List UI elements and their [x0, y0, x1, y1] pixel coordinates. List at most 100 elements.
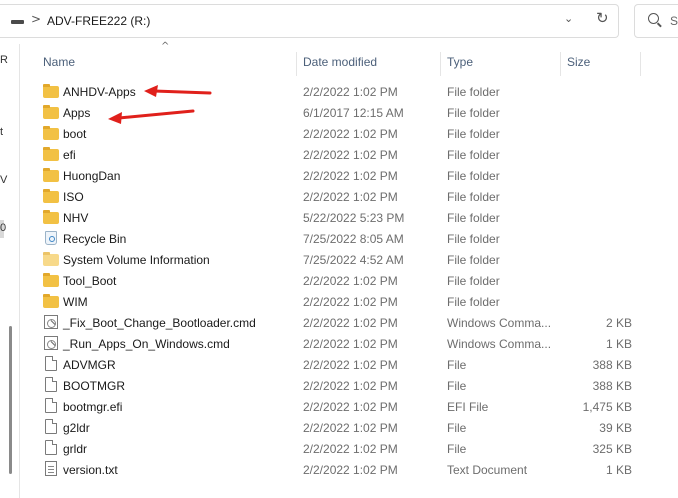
file-row[interactable]: WIM 2/2/2022 1:02 PM File folder	[0, 291, 678, 312]
file-row[interactable]: NHV 5/22/2022 5:23 PM File folder	[0, 207, 678, 228]
file-date-modified: 2/2/2022 1:02 PM	[303, 316, 398, 330]
file-date-modified: 7/25/2022 4:52 AM	[303, 253, 404, 267]
refresh-icon[interactable]: ↻	[596, 9, 609, 27]
folder-icon	[43, 126, 59, 140]
file-row[interactable]: _Run_Apps_On_Windows.cmd 2/2/2022 1:02 PM…	[0, 333, 678, 354]
file-date-modified: 6/1/2017 12:15 AM	[303, 106, 404, 120]
file-name: version.txt	[63, 463, 118, 477]
column-divider[interactable]	[560, 52, 561, 76]
file-date-modified: 2/2/2022 1:02 PM	[303, 358, 398, 372]
file-type: Text Document	[447, 463, 528, 477]
file-size: 1,475 KB	[582, 400, 632, 414]
file-name: WIM	[63, 295, 88, 309]
recycle-bin-icon	[45, 231, 57, 245]
file-name: System Volume Information	[63, 253, 210, 267]
file-name: HuongDan	[63, 169, 121, 183]
file-type: File folder	[447, 169, 500, 183]
column-header-type[interactable]: Type	[447, 52, 557, 76]
file-row[interactable]: ISO 2/2/2022 1:02 PM File folder	[0, 186, 678, 207]
file-date-modified: 2/2/2022 1:02 PM	[303, 190, 398, 204]
file-type: File folder	[447, 148, 500, 162]
file-name: boot	[63, 127, 87, 141]
file-type: File folder	[447, 232, 500, 246]
file-row[interactable]: System Volume Information 7/25/2022 4:52 …	[0, 249, 678, 270]
file-date-modified: 2/2/2022 1:02 PM	[303, 274, 398, 288]
file-row[interactable]: grldr 2/2/2022 1:02 PM File 325 KB	[0, 438, 678, 459]
file-date-modified: 7/25/2022 8:05 AM	[303, 232, 404, 246]
file-size: 2 KB	[605, 316, 632, 330]
file-size: 388 KB	[592, 379, 632, 393]
file-size: 1 KB	[605, 463, 632, 477]
breadcrumb-current-drive[interactable]: ADV-FREE222 (R:)	[47, 14, 150, 28]
address-dropdown-icon[interactable]: ⌄	[564, 12, 573, 25]
address-bar-area: > ADV-FREE222 (R:) ⌄ ↻ S	[0, 0, 678, 44]
file-icon	[45, 440, 57, 455]
file-name: ANHDV-Apps	[63, 85, 136, 99]
file-type: Windows Comma...	[447, 337, 552, 351]
file-icon	[45, 377, 57, 392]
nav-pane-fragment[interactable]: R	[0, 54, 8, 66]
file-date-modified: 2/2/2022 1:02 PM	[303, 148, 398, 162]
file-name: NHV	[63, 211, 89, 225]
file-type: EFI File	[447, 400, 489, 414]
file-type: File folder	[447, 85, 500, 99]
file-row[interactable]: g2ldr 2/2/2022 1:02 PM File 39 KB	[0, 417, 678, 438]
file-type: File folder	[447, 211, 500, 225]
file-row[interactable]: _Fix_Boot_Change_Bootloader.cmd 2/2/2022 …	[0, 312, 678, 333]
file-type: Windows Comma...	[447, 316, 552, 330]
file-type: File	[447, 442, 467, 456]
file-date-modified: 2/2/2022 1:02 PM	[303, 337, 398, 351]
column-divider[interactable]	[296, 52, 297, 76]
file-type: File folder	[447, 106, 500, 120]
folder-light-icon	[43, 252, 59, 266]
folder-icon	[43, 84, 59, 98]
folder-icon	[43, 189, 59, 203]
file-row[interactable]: boot 2/2/2022 1:02 PM File folder	[0, 123, 678, 144]
file-type: File	[447, 421, 467, 435]
file-name: grldr	[63, 442, 88, 456]
file-row[interactable]: HuongDan 2/2/2022 1:02 PM File folder	[0, 165, 678, 186]
file-date-modified: 2/2/2022 1:02 PM	[303, 442, 398, 456]
search-icon	[648, 13, 659, 24]
text-file-icon	[45, 461, 57, 476]
search-placeholder: S	[670, 14, 678, 28]
file-size: 325 KB	[592, 442, 632, 456]
file-type: File	[447, 358, 467, 372]
file-row[interactable]: ADVMGR 2/2/2022 1:02 PM File 388 KB	[0, 354, 678, 375]
file-size: 388 KB	[592, 358, 632, 372]
file-type: File folder	[447, 127, 500, 141]
file-name: _Run_Apps_On_Windows.cmd	[63, 337, 230, 351]
folder-icon	[43, 294, 59, 308]
breadcrumb-separator-icon[interactable]: >	[31, 12, 41, 26]
file-name: Tool_Boot	[63, 274, 117, 288]
file-type: File folder	[447, 295, 500, 309]
folder-icon	[43, 168, 59, 182]
file-row[interactable]: Recycle Bin 7/25/2022 8:05 AM File folder	[0, 228, 678, 249]
column-divider[interactable]	[640, 52, 641, 76]
column-header-date-modified[interactable]: Date modified	[303, 52, 433, 76]
folder-icon	[43, 105, 59, 119]
file-icon	[45, 356, 57, 371]
file-date-modified: 2/2/2022 1:02 PM	[303, 127, 398, 141]
file-row[interactable]: bootmgr.efi 2/2/2022 1:02 PM EFI File 1,475…	[0, 396, 678, 417]
file-name: BOOTMGR	[63, 379, 125, 393]
file-row[interactable]: Apps 6/1/2017 12:15 AM File folder	[0, 102, 678, 123]
file-row[interactable]: ANHDV-Apps 2/2/2022 1:02 PM File folder	[0, 81, 678, 102]
file-name: bootmgr.efi	[63, 400, 123, 414]
file-type: File folder	[447, 274, 500, 288]
annotation-arrow	[108, 109, 195, 124]
column-header-size[interactable]: Size	[567, 52, 637, 76]
file-row[interactable]: version.txt 2/2/2022 1:02 PM Text Document…	[0, 459, 678, 480]
column-divider[interactable]	[440, 52, 441, 76]
file-row[interactable]: Tool_Boot 2/2/2022 1:02 PM File folder	[0, 270, 678, 291]
file-date-modified: 5/22/2022 5:23 PM	[303, 211, 405, 225]
column-header-name[interactable]: Name	[43, 52, 293, 76]
file-row[interactable]: BOOTMGR 2/2/2022 1:02 PM File 388 KB	[0, 375, 678, 396]
folder-icon	[43, 147, 59, 161]
file-name: _Fix_Boot_Change_Bootloader.cmd	[63, 316, 256, 330]
file-icon	[45, 419, 57, 434]
file-date-modified: 2/2/2022 1:02 PM	[303, 463, 398, 477]
file-row[interactable]: efi 2/2/2022 1:02 PM File folder	[0, 144, 678, 165]
file-type: File	[447, 379, 467, 393]
file-type: File folder	[447, 253, 500, 267]
